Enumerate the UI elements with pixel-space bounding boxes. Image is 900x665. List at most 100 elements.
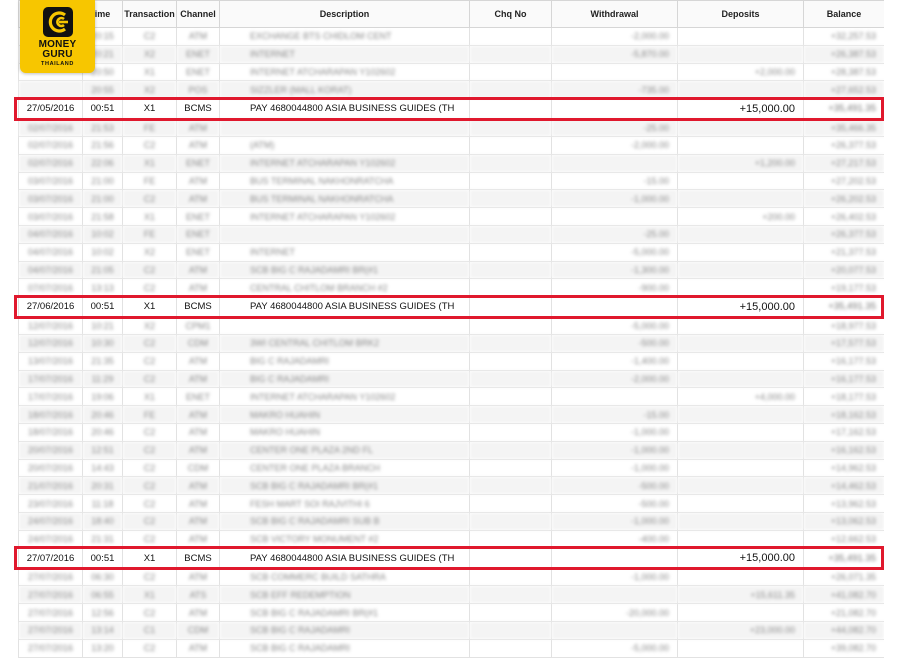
cell-channel: ENET	[176, 44, 220, 64]
cell-chq-no	[469, 27, 552, 46]
cell-chq-no	[469, 189, 552, 209]
cell-transaction: C2	[122, 567, 177, 587]
cell-description: CENTER ONE PLAZA 2ND FL	[219, 440, 470, 460]
cell-chq-no	[469, 620, 552, 640]
cell-description	[219, 316, 470, 335]
table-row: 20:50 X1 ENET INTERNET ATCHARAPAN Y102602 +2…	[18, 62, 884, 82]
cell-transaction: X1	[122, 585, 177, 605]
cell-transaction: FE	[122, 118, 177, 137]
cell-date: 02/07/2016	[18, 153, 83, 173]
table-row: 24/07/2016 18:40 C2 ATM SCB BIG C RAJADAMRI …	[18, 511, 884, 531]
table-row: 12/07/2016 10:21 X2 CPM1 -5,000.00 +18,977.53	[18, 316, 884, 335]
cell-description: BIG C RAJADAMRI	[219, 351, 470, 371]
cell-channel: ENET	[176, 387, 220, 407]
cell-transaction: X1	[122, 98, 177, 120]
cell-withdrawal: -400.00	[551, 529, 678, 549]
cell-balance: +26,202.53	[803, 189, 884, 209]
cell-transaction: C2	[122, 135, 177, 155]
cell-withdrawal: -25.00	[551, 224, 678, 244]
cell-transaction: X2	[122, 80, 177, 100]
cell-chq-no	[469, 369, 552, 389]
table-body: 20:15 C2 ATM EXCHANGE BTS CHIDLOM CENT -2,00…	[18, 27, 884, 658]
cell-chq-no	[469, 153, 552, 173]
cell-date: 18/07/2016	[18, 422, 83, 442]
cell-deposit	[677, 171, 804, 191]
table-row: 02/07/2016 21:56 C2 ATM (ATM) -2,000.00 +26,37…	[18, 135, 884, 155]
cell-deposit: +200.00	[677, 207, 804, 226]
cell-chq-no	[469, 333, 552, 353]
cell-balance: +27,652.53	[803, 80, 884, 100]
cell-deposit	[677, 458, 804, 478]
cell-channel: ATM	[176, 351, 220, 371]
cell-channel: ATM	[176, 405, 220, 424]
cell-channel: ATM	[176, 260, 220, 280]
cell-deposit	[677, 603, 804, 622]
cell-withdrawal: -735.00	[551, 80, 678, 100]
cell-description: SCB BIG C RAJADAMRI	[219, 638, 470, 658]
cell-deposit: +2,000.00	[677, 62, 804, 82]
table-row: 20/07/2016 14:43 C2 CDM CENTER ONE PLAZA BRA…	[18, 458, 884, 478]
cell-time: 21:58	[82, 207, 123, 226]
cell-balance: +16,177.53	[803, 351, 884, 371]
cell-description: SIZZLER (MALL KORAT)	[219, 80, 470, 100]
cell-deposit: +4,000.00	[677, 387, 804, 407]
cell-chq-no	[469, 529, 552, 549]
cell-deposit	[677, 511, 804, 531]
cell-time: 11:29	[82, 369, 123, 389]
cell-channel: ATM	[176, 440, 220, 460]
cell-withdrawal: -900.00	[551, 278, 678, 298]
cell-date: 02/07/2016	[18, 135, 83, 155]
cell-date: 27/07/2016	[18, 620, 83, 640]
cell-chq-no	[469, 422, 552, 442]
cell-date: 18/07/2016	[18, 405, 83, 424]
cell-description: SCB BIG C RAJADAMRI BR(#1	[219, 260, 470, 280]
table-row: 17/07/2016 11:29 C2 ATM BIG C RAJADAMRI -2,00…	[18, 369, 884, 389]
cell-channel: ATM	[176, 171, 220, 191]
cell-description	[219, 118, 470, 137]
cell-channel: ATM	[176, 189, 220, 209]
cell-deposit	[677, 135, 804, 155]
cell-chq-no	[469, 387, 552, 407]
cell-withdrawal: -15.00	[551, 171, 678, 191]
cell-time: 10:02	[82, 224, 123, 244]
cell-date: 04/07/2016	[18, 224, 83, 244]
table-row: 27/07/2016 13:20 C2 ATM SCB BIG C RAJADAMRI -…	[18, 638, 884, 658]
cell-channel: CDM	[176, 333, 220, 353]
cell-transaction: C2	[122, 494, 177, 513]
cell-description: MAKRO HUAHIN	[219, 422, 470, 442]
cell-date: 04/07/2016	[18, 242, 83, 262]
cell-date: 20/07/2016	[18, 440, 83, 460]
cell-time: 21:05	[82, 260, 123, 280]
cell-channel: ATM	[176, 511, 220, 531]
cell-transaction: X2	[122, 44, 177, 64]
cell-channel: ATM	[176, 278, 220, 298]
cell-balance: +39,082.70	[803, 638, 884, 658]
cell-withdrawal: -1,400.00	[551, 351, 678, 371]
cell-balance: +26,377.53	[803, 224, 884, 244]
cell-withdrawal	[551, 296, 678, 318]
table-row: 27/07/2016 13:14 C1 CDM SCB BIG C RAJADAMRI +…	[18, 620, 884, 640]
cell-time: 21:35	[82, 351, 123, 371]
cell-transaction: C2	[122, 638, 177, 658]
highlighted-deposit-row: 27/07/2016 00:51 X1 BCMS PAY 4680044800 ASIA…	[18, 547, 884, 569]
cell-balance: +32,257.53	[803, 27, 884, 46]
cell-chq-no	[469, 296, 552, 318]
table-row: 02/07/2016 21:53 FE ATM -25.00 +35,466.35	[18, 118, 884, 137]
cell-description: PAY 4680044800 ASIA BUSINESS GUIDES (TH	[219, 547, 470, 569]
cell-description: CENTRAL CHITLOM BRANCH #2	[219, 278, 470, 298]
cell-balance: +44,082.70	[803, 620, 884, 640]
cell-deposit	[677, 316, 804, 335]
cell-deposit	[677, 369, 804, 389]
cell-description: SCB BIG C RAJADAMRI BR(#1	[219, 476, 470, 496]
cell-chq-no	[469, 118, 552, 137]
cell-description	[219, 224, 470, 244]
cell-withdrawal: -1,000.00	[551, 440, 678, 460]
cell-date: 02/07/2016	[18, 118, 83, 137]
cell-description: PAY 4680044800 ASIA BUSINESS GUIDES (TH	[219, 296, 470, 318]
cell-deposit	[677, 27, 804, 46]
table-row: 12/07/2016 10:30 C2 CDM 3WI CENTRAL CHITLOM …	[18, 333, 884, 353]
cell-deposit: +15,611.35	[677, 585, 804, 605]
cell-withdrawal: -15.00	[551, 405, 678, 424]
cell-balance: +21,082.70	[803, 603, 884, 622]
cell-deposit	[677, 260, 804, 280]
